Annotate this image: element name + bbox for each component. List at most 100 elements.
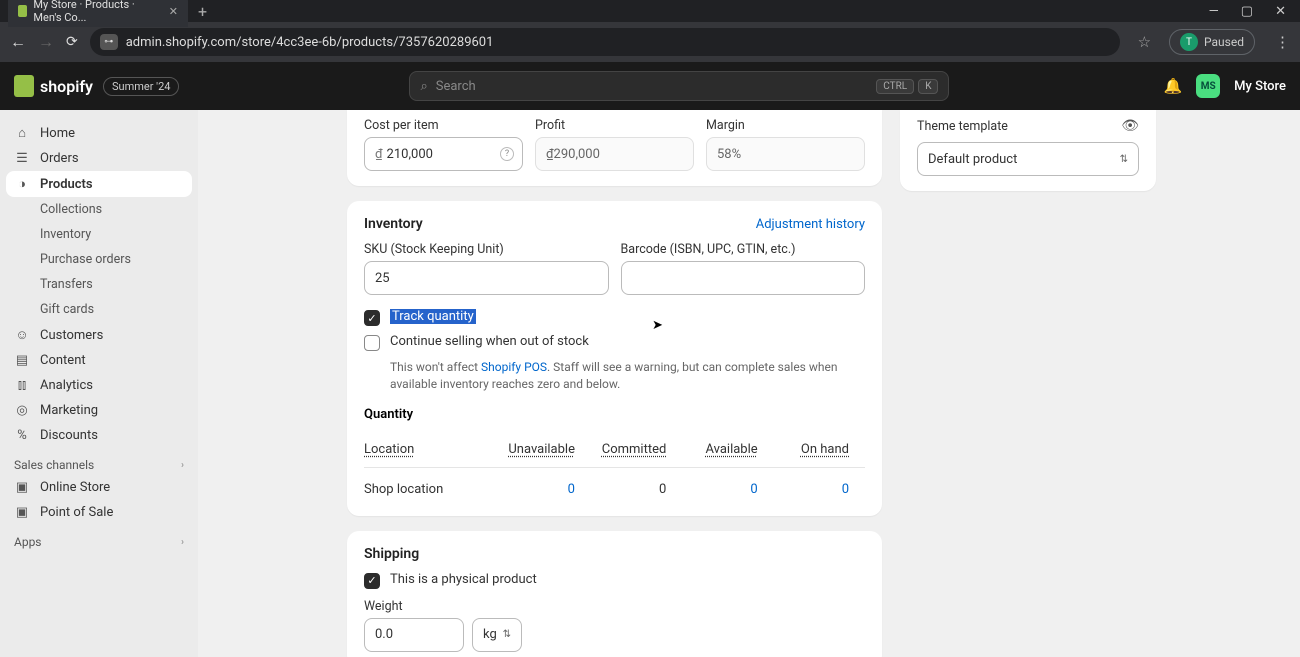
chevron-updown-icon: ⇅ [1120,154,1128,165]
store-name[interactable]: My Store [1234,79,1286,94]
sidebar-sub-gift-cards[interactable]: Gift cards [0,297,198,322]
sidebar-item-online-store[interactable]: ▣Online Store [0,475,198,500]
sidebar-section-channels[interactable]: Sales channels› [0,448,198,475]
analytics-icon: ⫾⫾ [14,378,30,393]
currency-symbol: ₫ [375,147,383,162]
chevron-right-icon: › [181,537,184,548]
committed-value: 0 [591,482,682,497]
sidebar-item-customers[interactable]: ☺Customers [0,322,198,348]
sidebar-item-content[interactable]: ▤Content [0,348,198,373]
orders-icon: ☰ [14,151,30,166]
col-on-hand: On hand [774,442,865,457]
customers-icon: ☺ [14,327,30,343]
cost-label: Cost per item [364,118,523,133]
continue-selling-label: Continue selling when out of stock [390,334,589,349]
tab-title: My Store · Products · Men's Co... [33,0,156,24]
back-button[interactable]: ← [10,32,26,52]
profit-display: ₫290,000 [535,137,694,171]
bookmark-icon[interactable]: ☆ [1138,33,1151,51]
continue-selling-row[interactable]: Continue selling when out of stock [364,334,865,351]
track-quantity-checkbox[interactable]: ✓ [364,310,380,326]
col-unavailable: Unavailable [500,442,591,457]
theme-template-card: Theme template 👁 Default product ⇅ [900,110,1156,191]
sku-input[interactable]: 25 [364,261,609,295]
track-quantity-label: Track quantity [390,309,476,324]
theme-template-select[interactable]: Default product ⇅ [917,142,1139,176]
season-badge[interactable]: Summer '24 [103,77,179,96]
sidebar-item-products[interactable]: ◑Products [6,171,192,197]
sidebar-item-marketing[interactable]: ◎Marketing [0,398,198,423]
margin-label: Margin [706,118,865,133]
barcode-input[interactable] [621,261,866,295]
sidebar-section-apps[interactable]: Apps› [0,525,198,552]
pricing-card: Cost per item ₫ 210,000 ? Profit ₫290,00… [347,110,882,186]
inventory-title: Inventory [364,216,423,232]
location-name: Shop location [364,482,500,497]
sidebar-sub-transfers[interactable]: Transfers [0,272,198,297]
address-bar[interactable]: ⊶ admin.shopify.com/store/4cc3ee-6b/prod… [90,28,1120,56]
cost-value: 210,000 [387,147,433,162]
app-header: shopify Summer '24 ⌕ Search CTRL K 🔔 MS … [0,62,1300,110]
browser-tab-strip: My Store · Products · Men's Co... ✕ + — … [0,0,1300,22]
margin-display: 58% [706,137,865,171]
profit-value: ₫290,000 [546,147,600,162]
window-controls: — ▢ ✕ [1209,4,1300,19]
site-info-icon[interactable]: ⊶ [100,34,118,50]
chevron-right-icon: › [181,460,184,471]
new-tab-button[interactable]: + [198,2,207,21]
minimize-icon[interactable]: — [1209,4,1219,19]
profit-label: Profit [535,118,694,133]
content-icon: ▤ [14,353,30,368]
weight-unit-select[interactable]: kg ⇅ [472,618,522,652]
unavailable-value[interactable]: 0 [500,482,591,497]
notifications-icon[interactable]: 🔔 [1163,77,1182,95]
sku-label: SKU (Stock Keeping Unit) [364,242,609,257]
sidebar-item-pos[interactable]: ▣Point of Sale [0,500,198,525]
url-text: admin.shopify.com/store/4cc3ee-6b/produc… [126,35,494,50]
close-tab-icon[interactable]: ✕ [169,5,178,18]
margin-value: 58% [717,147,741,162]
shopify-logo[interactable]: shopify [14,75,93,97]
continue-selling-checkbox[interactable] [364,335,380,351]
cost-input[interactable]: ₫ 210,000 ? [364,137,523,171]
sidebar-sub-purchase-orders[interactable]: Purchase orders [0,247,198,272]
close-window-icon[interactable]: ✕ [1275,4,1286,19]
shipping-title: Shipping [364,546,865,562]
weight-input[interactable]: 0.0 [364,618,464,652]
on-hand-value[interactable]: 0 [774,482,865,497]
reload-button[interactable]: ⟳ [66,34,78,50]
browser-toolbar: ← → ⟳ ⊶ admin.shopify.com/store/4cc3ee-6… [0,22,1300,62]
profile-status: Paused [1204,35,1244,49]
weight-label: Weight [364,599,865,614]
maximize-icon[interactable]: ▢ [1241,4,1253,19]
browser-tab[interactable]: My Store · Products · Men's Co... ✕ [8,0,188,27]
global-search[interactable]: ⌕ Search CTRL K [409,71,949,101]
shipping-card: Shipping ✓ This is a physical product We… [347,531,882,657]
help-icon[interactable]: ? [500,147,514,161]
search-placeholder: Search [436,79,476,94]
shopify-pos-link[interactable]: Shopify POS [481,360,547,374]
forward-button[interactable]: → [38,32,54,52]
sidebar-sub-inventory[interactable]: Inventory [0,222,198,247]
store-avatar[interactable]: MS [1196,74,1220,98]
preview-icon[interactable]: 👁 [1121,118,1139,134]
sidebar-item-discounts[interactable]: %Discounts [0,423,198,448]
physical-product-row[interactable]: ✓ This is a physical product [364,572,865,589]
adjustment-history-link[interactable]: Adjustment history [756,217,865,232]
sidebar-item-orders[interactable]: ☰Orders [0,146,198,171]
keyboard-hint: CTRL K [876,79,938,94]
available-value[interactable]: 0 [682,482,773,497]
physical-product-label: This is a physical product [390,572,537,587]
main-content: Cost per item ₫ 210,000 ? Profit ₫290,00… [198,110,1300,657]
search-icon: ⌕ [420,79,427,94]
sidebar-item-analytics[interactable]: ⫾⫾Analytics [0,373,198,398]
quantity-heading: Quantity [364,407,865,422]
chevron-updown-icon: ⇅ [503,629,511,640]
track-quantity-row[interactable]: ✓ Track quantity [364,309,865,326]
sidebar-sub-collections[interactable]: Collections [0,197,198,222]
sidebar-item-home[interactable]: ⌂Home [0,120,198,146]
browser-menu-icon[interactable]: ⋮ [1275,33,1290,51]
profile-badge[interactable]: T Paused [1169,29,1255,55]
physical-product-checkbox[interactable]: ✓ [364,573,380,589]
sidebar: ⌂Home ☰Orders ◑Products Collections Inve… [0,110,198,657]
